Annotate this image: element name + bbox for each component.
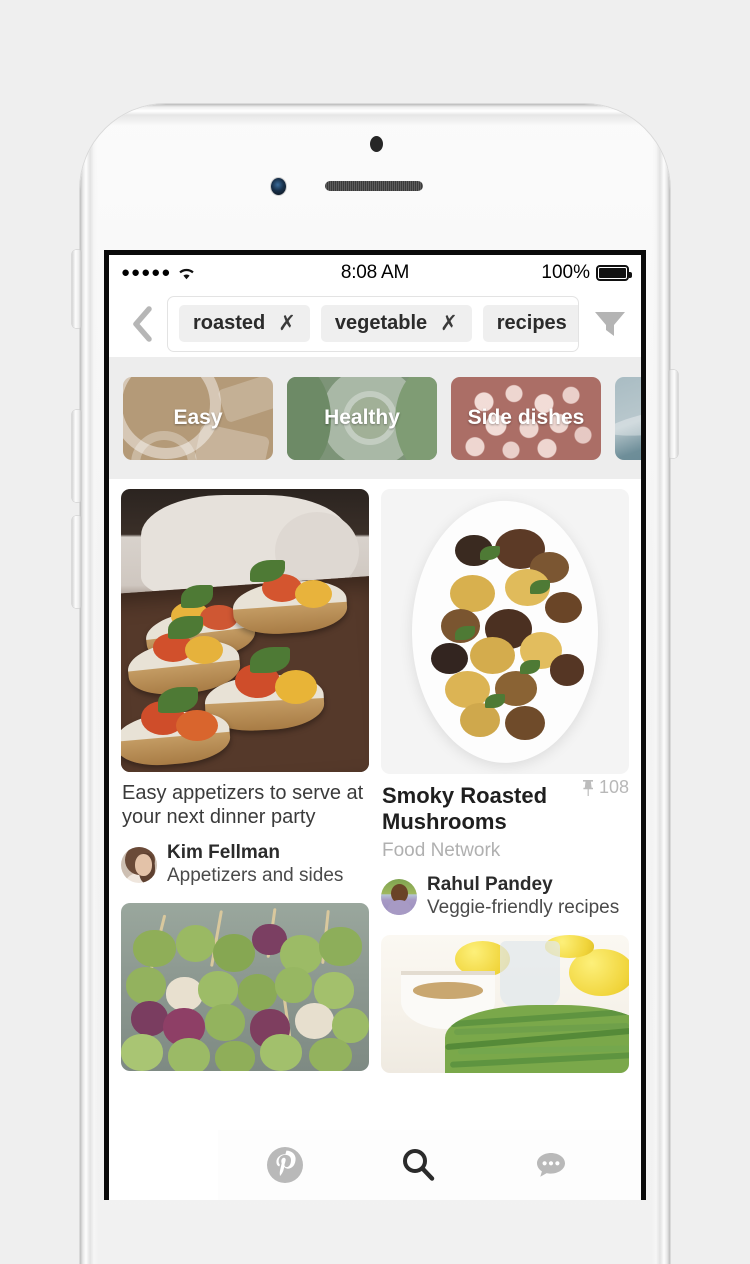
battery-percent-label: 100% xyxy=(541,261,590,283)
pin-header: Smoky Roasted Mushrooms 108 xyxy=(381,774,629,836)
avatar-kim-fellman[interactable] xyxy=(121,846,157,883)
category-card-easy[interactable]: Easy xyxy=(123,376,273,460)
battery-full-icon xyxy=(596,264,632,281)
pin-attribution-text: Kim Fellman Appetizers and sides xyxy=(167,842,343,888)
tab-profile[interactable] xyxy=(617,1130,641,1200)
pin-title: Smoky Roasted Mushrooms xyxy=(382,783,548,835)
status-bar-left: ●●●●● xyxy=(121,265,375,280)
status-bar-right: 100% xyxy=(375,261,632,284)
tab-search[interactable] xyxy=(351,1130,484,1200)
brussels-sprout-skewers-photo[interactable] xyxy=(121,903,369,1072)
pin-count: 108 xyxy=(581,774,629,798)
close-x-icon[interactable]: ✗ xyxy=(440,313,458,334)
chip-label: roasted xyxy=(193,312,266,334)
pin-source: Food Network xyxy=(382,839,501,861)
close-x-icon[interactable]: ✗ xyxy=(278,313,296,334)
smoky-roasted-mushrooms-photo[interactable] xyxy=(381,489,629,774)
pin-user-name: Kim Fellman xyxy=(167,841,280,863)
pin-board-name: Veggie-friendly recipes xyxy=(427,896,620,918)
category-label: Side dishes xyxy=(467,406,585,429)
search-chip-roasted[interactable]: roasted ✗ xyxy=(179,305,310,342)
silent-switch-button[interactable] xyxy=(72,250,81,328)
category-card-healthy[interactable]: Healthy xyxy=(287,376,437,460)
chip-label: recipes xyxy=(496,312,567,334)
search-header: roasted ✗ vegetable ✗ recipes ✗ xyxy=(109,290,641,357)
screenshot-stage: ●●●●● 8:08 AM 100% roasted ✗ vegetable ✗… xyxy=(0,0,750,1264)
pin-card-smoky-roasted-mushrooms[interactable]: Smoky Roasted Mushrooms 108 Food Network xyxy=(381,489,629,919)
app-screen: ●●●●● 8:08 AM 100% roasted ✗ vegetable ✗… xyxy=(109,255,641,1200)
chat-bubble-icon xyxy=(536,1153,565,1177)
pin-card-easy-appetizers[interactable]: Easy appetizers to serve at your next di… xyxy=(121,489,369,887)
pin-attribution[interactable]: Rahul Pandey Veggie-friendly recipes xyxy=(381,874,629,920)
tab-messages[interactable] xyxy=(484,1130,617,1200)
tab-home[interactable] xyxy=(218,1130,351,1200)
pin-attribution-text: Rahul Pandey Veggie-friendly recipes xyxy=(427,874,619,920)
pin-user-name: Rahul Pandey xyxy=(427,873,553,895)
category-card-side-dishes[interactable]: Side dishes xyxy=(451,376,601,460)
front-camera-icon xyxy=(271,178,286,195)
pin-card-asparagus-almonds[interactable] xyxy=(381,935,629,1074)
bruschetta-appetizers-photo[interactable] xyxy=(121,489,369,772)
category-label: Healthy xyxy=(324,406,400,429)
filter-funnel-icon xyxy=(595,311,625,336)
avatar-rahul-pandey[interactable] xyxy=(381,878,417,915)
search-chips-field[interactable]: roasted ✗ vegetable ✗ recipes ✗ xyxy=(167,295,579,352)
signal-dots-icon: ●●●●● xyxy=(121,264,172,281)
chip-label: vegetable xyxy=(334,312,428,334)
category-label: Easy xyxy=(173,406,223,429)
earpiece-speaker-icon xyxy=(325,181,423,191)
back-button[interactable] xyxy=(123,301,161,347)
search-magnifier-icon xyxy=(402,1149,434,1181)
bottom-tab-bar xyxy=(218,1130,641,1200)
screen-bezel-right xyxy=(641,250,646,1200)
pin-title: Easy appetizers to serve at your next di… xyxy=(122,782,364,829)
search-chip-recipes[interactable]: recipes ✗ xyxy=(482,305,578,342)
feed-column-left: Easy appetizers to serve at your next di… xyxy=(121,489,369,1087)
filter-button[interactable] xyxy=(579,308,641,340)
chevron-left-icon xyxy=(133,305,152,342)
power-button[interactable] xyxy=(669,370,678,458)
proximity-sensor-icon xyxy=(370,136,383,152)
pin-feed: Easy appetizers to serve at your next di… xyxy=(109,479,641,1090)
status-bar: ●●●●● 8:08 AM 100% xyxy=(109,255,641,290)
pin-board-name: Appetizers and sides xyxy=(167,864,344,886)
pinterest-logo-icon xyxy=(266,1147,303,1183)
wifi-icon xyxy=(177,266,196,280)
category-card-next[interactable] xyxy=(615,376,641,460)
category-strip[interactable]: Easy Healthy Side dishes xyxy=(109,357,641,479)
volume-up-button[interactable] xyxy=(72,410,81,502)
pin-count-value: 108 xyxy=(598,777,629,797)
pin-card-brussels-skewers[interactable] xyxy=(121,903,369,1072)
feed-column-right: Smoky Roasted Mushrooms 108 Food Network xyxy=(381,489,629,1089)
volume-down-button[interactable] xyxy=(72,516,81,608)
pushpin-icon xyxy=(582,779,593,796)
asparagus-almonds-lemon-photo[interactable] xyxy=(381,935,629,1074)
search-chip-vegetable[interactable]: vegetable ✗ xyxy=(320,305,472,342)
pin-attribution[interactable]: Kim Fellman Appetizers and sides xyxy=(121,842,369,888)
